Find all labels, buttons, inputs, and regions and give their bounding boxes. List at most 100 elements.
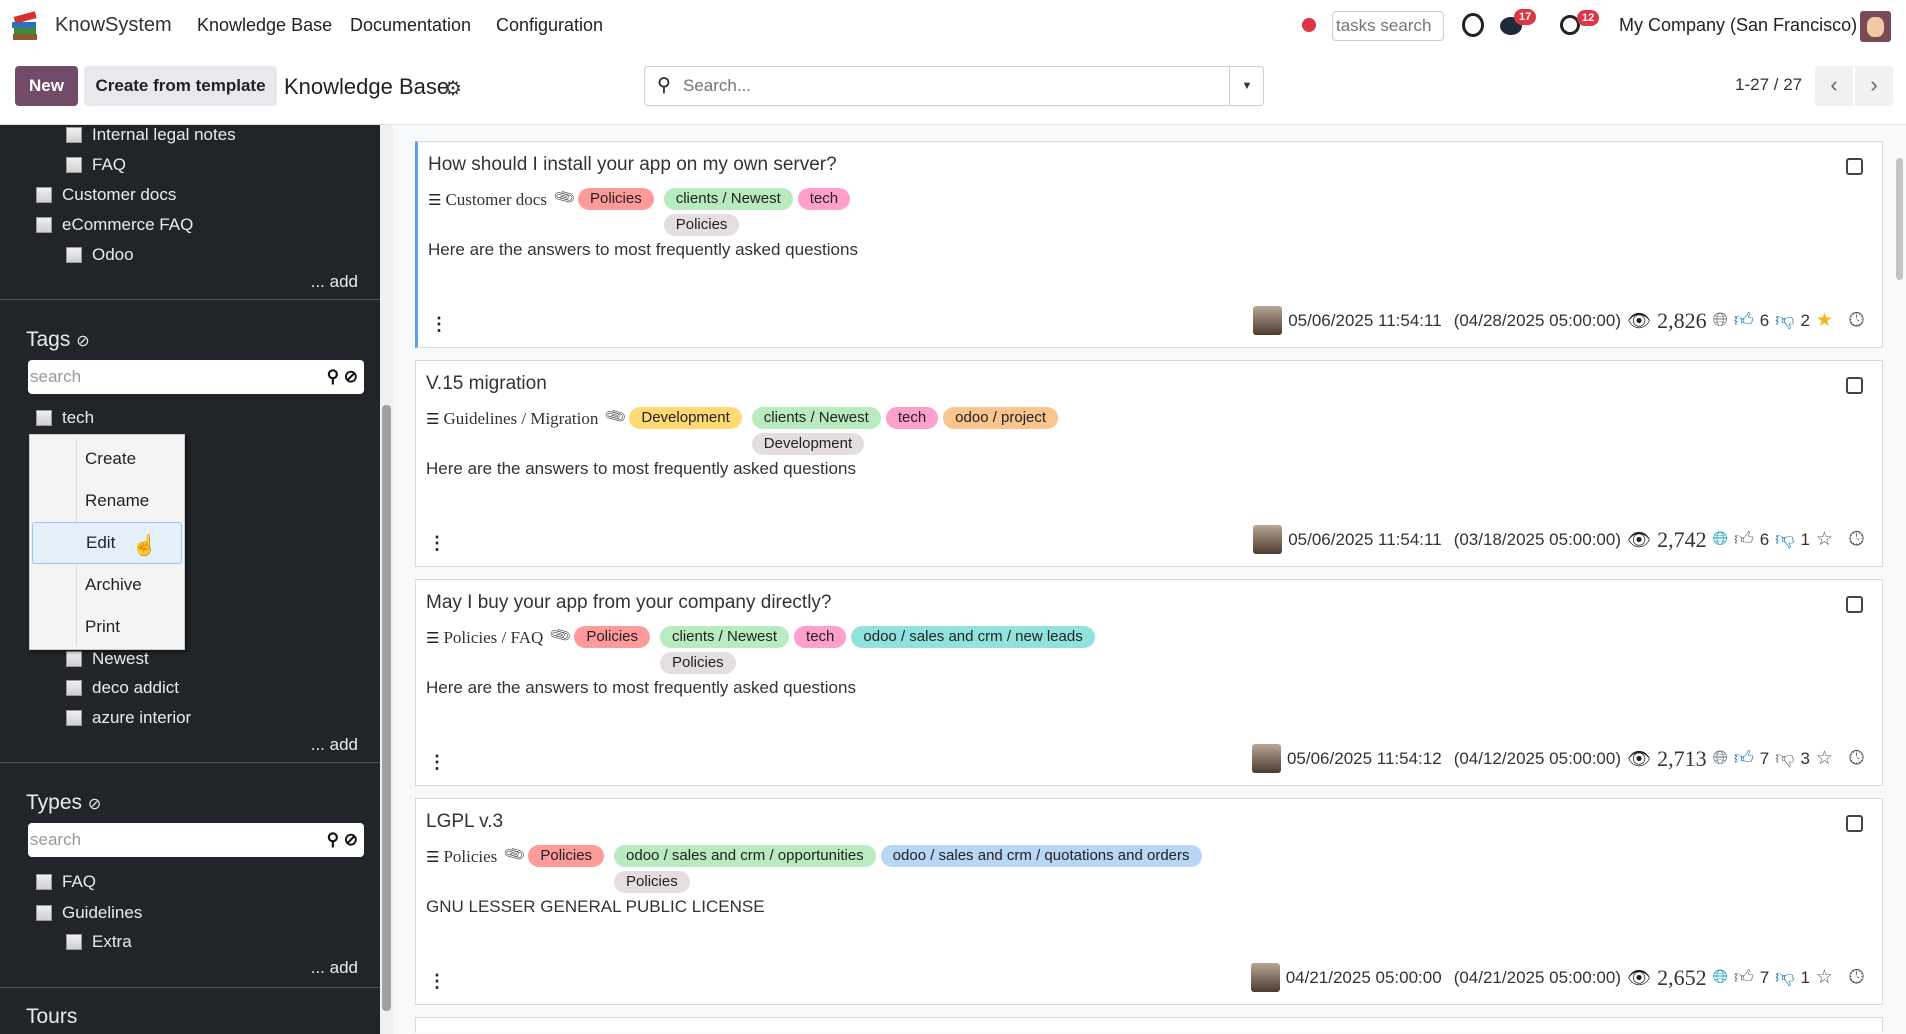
menu-item-print[interactable]: Print <box>32 606 182 648</box>
article-section[interactable]: Policies <box>443 847 497 867</box>
main-scrollbar[interactable] <box>1893 125 1906 1034</box>
menu-item-edit[interactable]: Edit <box>32 522 182 564</box>
article-card[interactable]: V.15 migration ☰ Guidelines / Migration 📎︎ D… <box>415 360 1883 567</box>
type-tag-secondary[interactable]: Policies <box>660 652 736 674</box>
tag-badge[interactable]: odoo / sales and crm / new leads <box>851 626 1095 648</box>
globe-icon[interactable]: 🌐︎ <box>1713 310 1728 332</box>
tag-badge[interactable]: clients / Newest <box>660 626 790 648</box>
thumbs-up-icon[interactable]: 👍︎ <box>1734 966 1754 989</box>
user-avatar[interactable] <box>1860 11 1891 42</box>
star-icon[interactable]: ★ <box>1816 309 1833 332</box>
checkbox[interactable] <box>36 905 52 921</box>
article-title[interactable]: V.15 migration <box>426 373 547 395</box>
more-options-icon[interactable]: ⋮ <box>428 533 446 554</box>
checkbox[interactable] <box>36 217 52 233</box>
thumbs-down-icon[interactable]: 👎︎ <box>1775 528 1794 551</box>
voip-icon[interactable] <box>1462 13 1484 37</box>
search-icon[interactable]: ⚲ <box>327 367 339 386</box>
filter-item[interactable]: FAQ <box>66 152 126 178</box>
article-section[interactable]: Policies / FAQ <box>443 628 543 648</box>
tag-badge[interactable]: clients / Newest <box>751 407 881 429</box>
sidebar-scrollbar[interactable] <box>380 125 393 1034</box>
filter-item[interactable]: Guidelines <box>36 900 142 926</box>
thumbs-down-icon[interactable]: 👎︎ <box>1775 747 1794 770</box>
tag-badge[interactable]: odoo / sales and crm / quotations and or… <box>880 845 1202 867</box>
article-card[interactable]: May I buy your app from your company dir… <box>415 579 1883 786</box>
books-logo-icon[interactable] <box>10 10 42 42</box>
menu-documentation[interactable]: Documentation <box>350 15 471 36</box>
clock-icon[interactable]: 🕓︎ <box>1849 529 1864 551</box>
attachment-icon[interactable]: 📎︎ <box>552 184 577 209</box>
recording-dot-icon[interactable] <box>1302 18 1316 32</box>
menu-item-create[interactable]: Create <box>32 438 182 480</box>
checkbox[interactable] <box>66 157 82 173</box>
tasks-search-input[interactable] <box>1332 11 1444 41</box>
add-type-link[interactable]: ... add <box>311 958 358 978</box>
chat-icon[interactable]: 17 <box>1500 9 1537 35</box>
globe-icon[interactable]: 🌐︎ <box>1713 967 1728 989</box>
filter-item[interactable]: eCommerce FAQ <box>36 212 193 238</box>
attachment-icon[interactable]: 📎︎ <box>603 403 629 428</box>
tag-badge[interactable]: odoo / project <box>943 407 1059 429</box>
checkbox[interactable] <box>66 127 82 143</box>
article-card[interactable]: LGPL v.3 ☰ Policies 📎︎ Policies odoo / sales … <box>415 798 1883 1005</box>
add-tag-link[interactable]: ... add <box>311 735 358 755</box>
add-section-link[interactable]: ... add <box>311 272 358 292</box>
thumbs-down-icon[interactable]: 👎︎ <box>1775 966 1794 989</box>
new-button[interactable]: New <box>15 66 78 106</box>
tag-badge[interactable]: clients / Newest <box>663 188 793 210</box>
more-options-icon[interactable]: ⋮ <box>428 752 446 773</box>
app-name[interactable]: KnowSystem <box>55 14 172 37</box>
search-options-toggle[interactable]: ▼ <box>1229 67 1264 105</box>
tag-badge[interactable]: tech <box>794 626 847 648</box>
article-section[interactable]: Guidelines / Migration <box>443 409 598 429</box>
filter-item[interactable]: tech <box>36 405 94 431</box>
checkbox[interactable] <box>66 651 82 667</box>
attachment-icon[interactable]: 📎︎ <box>502 841 528 866</box>
pager-previous-button[interactable]: ‹ <box>1815 66 1853 106</box>
checkbox[interactable] <box>36 187 52 203</box>
filter-item[interactable]: azure interior <box>66 705 191 731</box>
clock-icon[interactable]: 🕓︎ <box>1849 748 1864 770</box>
checkbox[interactable] <box>66 934 82 950</box>
create-from-template-button[interactable]: Create from template <box>84 66 277 106</box>
tag-badge[interactable]: tech <box>885 407 939 429</box>
clear-icon[interactable]: ⊘ <box>344 367 358 386</box>
article-title[interactable]: How should I install your app on my own … <box>428 154 837 176</box>
select-checkbox[interactable] <box>1846 158 1863 175</box>
tags-search[interactable]: search ⚲ ⊘ <box>28 360 364 394</box>
filter-item[interactable]: Internal legal notes <box>66 125 236 148</box>
filter-item[interactable]: Odoo <box>66 242 134 268</box>
search-input[interactable] <box>683 73 1223 99</box>
company-switcher[interactable]: My Company (San Francisco) <box>1619 15 1857 36</box>
gear-icon[interactable]: ⚙ <box>444 76 462 101</box>
menu-configuration[interactable]: Configuration <box>496 15 603 36</box>
select-checkbox[interactable] <box>1846 377 1863 394</box>
filter-item[interactable]: Customer docs <box>36 182 176 208</box>
checkbox[interactable] <box>66 247 82 263</box>
filter-item[interactable]: Extra <box>66 929 132 955</box>
type-tag[interactable]: Policies <box>528 845 605 867</box>
clock-icon[interactable]: 🕓︎ <box>1849 967 1864 989</box>
menu-item-archive[interactable]: Archive <box>32 564 182 606</box>
article-section[interactable]: Customer docs <box>445 190 547 210</box>
article-title[interactable]: May I buy your app from your company dir… <box>426 592 832 614</box>
type-tag[interactable]: Policies <box>578 188 654 210</box>
clock-icon[interactable]: 🕓︎ <box>1849 310 1864 332</box>
more-options-icon[interactable]: ⋮ <box>428 971 446 992</box>
thumbs-up-icon[interactable]: 👍︎ <box>1734 528 1754 551</box>
star-icon[interactable]: ☆ <box>1816 528 1833 551</box>
more-options-icon[interactable]: ⋮ <box>430 314 448 335</box>
globe-icon[interactable]: 🌐︎ <box>1713 748 1728 770</box>
search-icon[interactable]: ⚲ <box>327 830 339 849</box>
type-tag-secondary[interactable]: Policies <box>663 214 740 236</box>
activity-clock-icon[interactable]: 12 <box>1560 10 1600 35</box>
article-title[interactable]: LGPL v.3 <box>426 811 503 833</box>
type-tag-secondary[interactable]: Development <box>751 433 865 455</box>
select-checkbox[interactable] <box>1846 815 1863 832</box>
type-tag[interactable]: Policies <box>574 626 650 648</box>
clear-icon[interactable]: ⊘ <box>344 830 358 849</box>
clear-tags-icon[interactable]: ⊘ <box>76 333 89 350</box>
checkbox[interactable] <box>36 410 52 426</box>
select-checkbox[interactable] <box>1846 596 1863 613</box>
